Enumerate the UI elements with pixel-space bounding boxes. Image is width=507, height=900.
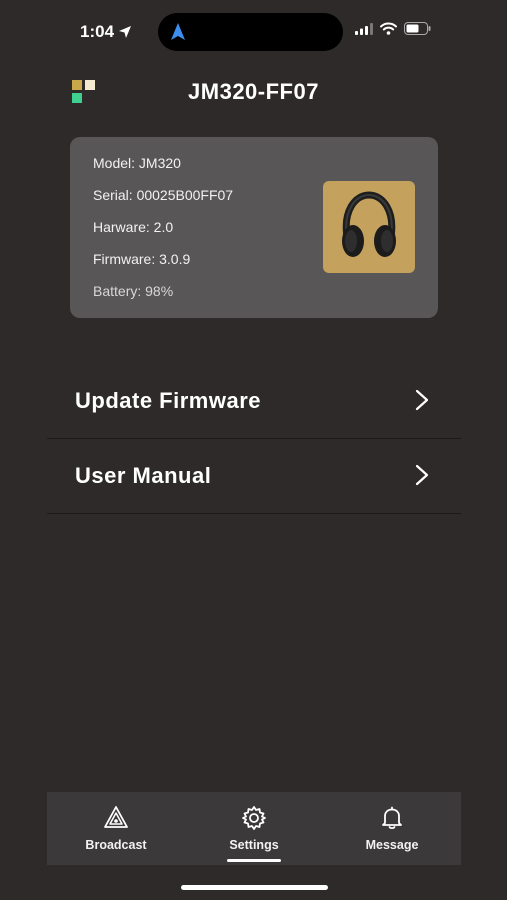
tab-broadcast-label: Broadcast: [85, 838, 147, 852]
tab-settings-label: Settings: [229, 838, 279, 852]
tab-settings[interactable]: Settings: [194, 792, 314, 865]
bell-icon: [382, 806, 402, 830]
tab-message[interactable]: Message: [332, 792, 452, 865]
device-info-card: Model: JM320 Serial: 00025B00FF07 Harwar…: [70, 137, 438, 318]
broadcast-icon: [104, 806, 128, 828]
page-title: JM320-FF07: [188, 79, 319, 104]
model-text: Model: JM320: [93, 155, 181, 171]
chevron-right-icon: [415, 389, 429, 411]
headphones-icon: [342, 191, 396, 257]
navigation-arrow-icon: [171, 23, 185, 40]
headphones-product-image: [323, 181, 415, 273]
hardware-text: Harware: 2.0: [93, 219, 174, 235]
tab-bar: Broadcast Settings Message: [47, 792, 461, 865]
status-indicators: [355, 22, 431, 35]
user-manual-row[interactable]: User Manual: [47, 439, 461, 514]
home-indicator[interactable]: [181, 885, 328, 890]
gear-icon: [242, 806, 266, 830]
tab-broadcast[interactable]: Broadcast: [56, 792, 176, 865]
update-firmware-row[interactable]: Update Firmware: [47, 364, 461, 439]
serial-text: Serial: 00025B00FF07: [93, 187, 234, 203]
firmware-text: Firmware: 3.0.9: [93, 251, 191, 267]
dynamic-island: [158, 13, 343, 51]
cellular-signal-icon: [355, 22, 373, 35]
active-tab-indicator: [227, 859, 281, 862]
user-manual-label: User Manual: [75, 463, 212, 488]
update-firmware-label: Update Firmware: [75, 388, 261, 413]
wifi-icon: [380, 22, 397, 35]
status-bar: 1:04: [0, 0, 507, 64]
status-time: 1:04: [80, 22, 132, 42]
status-time-text: 1:04: [80, 22, 115, 41]
tab-message-label: Message: [365, 838, 419, 852]
location-arrow-icon: [119, 26, 132, 38]
chevron-right-icon: [415, 464, 429, 486]
battery-text: Battery: 98%: [93, 283, 174, 299]
battery-icon: [404, 22, 431, 35]
